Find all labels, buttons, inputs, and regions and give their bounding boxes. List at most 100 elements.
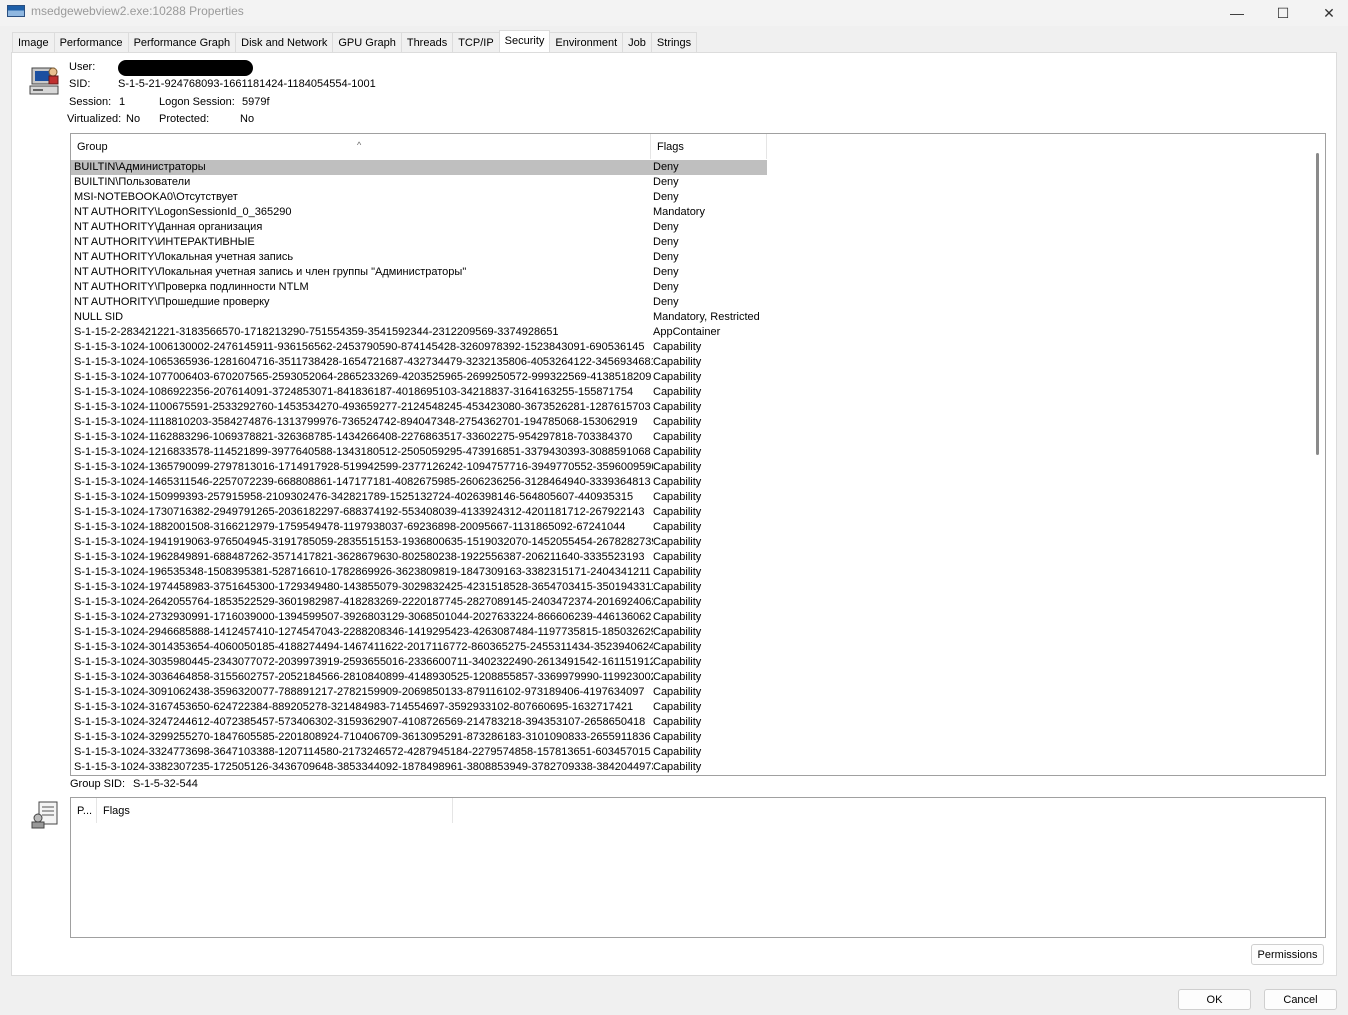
permissions-button[interactable]: Permissions bbox=[1251, 944, 1324, 965]
table-row[interactable]: S-1-15-3-1024-3167453650-624722384-88920… bbox=[71, 700, 1311, 715]
table-row[interactable]: S-1-15-3-1024-3382307235-172505126-34367… bbox=[71, 760, 1311, 775]
scrollbar-thumb[interactable] bbox=[1316, 153, 1319, 455]
flags-cell: Deny bbox=[653, 191, 679, 203]
privilege-flags-column-header[interactable]: Flags bbox=[97, 798, 453, 823]
group-cell: S-1-15-3-1024-2642055764-1853522529-3601… bbox=[74, 596, 653, 608]
vertical-scrollbar[interactable] bbox=[1309, 134, 1325, 775]
groups-list-header: Group ^ Flags bbox=[71, 134, 1311, 159]
table-row[interactable]: NT AUTHORITY\Данная организация Deny bbox=[71, 220, 1311, 235]
table-row[interactable]: NT AUTHORITY\Прошедшие проверку Deny bbox=[71, 295, 1311, 310]
group-cell: NT AUTHORITY\Прошедшие проверку bbox=[74, 296, 270, 308]
table-row[interactable]: S-1-15-3-1024-1365790099-2797813016-1714… bbox=[71, 460, 1311, 475]
tab-disk-and-network[interactable]: Disk and Network bbox=[235, 32, 334, 52]
table-row[interactable]: S-1-15-3-1024-1882001508-3166212979-1759… bbox=[71, 520, 1311, 535]
table-row[interactable]: S-1-15-3-1024-1086922356-207614091-37248… bbox=[71, 385, 1311, 400]
table-row[interactable]: S-1-15-3-1024-196535348-1508395381-52871… bbox=[71, 565, 1311, 580]
group-cell: NT AUTHORITY\Проверка подлинности NTLM bbox=[74, 281, 309, 293]
table-row[interactable]: S-1-15-3-1024-2732930991-1716039000-1394… bbox=[71, 610, 1311, 625]
table-row[interactable]: BUILTIN\Администраторы Deny bbox=[71, 160, 1311, 175]
table-row[interactable]: NT AUTHORITY\ИНТЕРАКТИВНЫЕ Deny bbox=[71, 235, 1311, 250]
flags-cell: Capability bbox=[653, 386, 702, 398]
table-row[interactable]: S-1-15-3-1024-1730716382-2949791265-2036… bbox=[71, 505, 1311, 520]
table-row[interactable]: S-1-15-3-1024-3035980445-2343077072-2039… bbox=[71, 655, 1311, 670]
table-row[interactable]: S-1-15-3-1024-3014353654-4060050185-4188… bbox=[71, 640, 1311, 655]
table-row[interactable]: S-1-15-3-1024-1962849891-688487262-35714… bbox=[71, 550, 1311, 565]
flags-cell: Capability bbox=[653, 626, 702, 638]
group-cell: S-1-15-3-1024-1100675591-2533292760-1453… bbox=[74, 401, 651, 413]
table-row[interactable]: S-1-15-3-1024-3324773698-3647103388-1207… bbox=[71, 745, 1311, 760]
table-row[interactable]: S-1-15-3-1024-2642055764-1853522529-3601… bbox=[71, 595, 1311, 610]
group-cell: S-1-15-3-1024-3036464858-3155602757-2052… bbox=[74, 671, 653, 683]
group-header-label: Group bbox=[77, 141, 108, 153]
ok-button[interactable]: OK bbox=[1178, 989, 1251, 1010]
flags-cell: Capability bbox=[653, 551, 702, 563]
table-row[interactable]: NULL SID Mandatory, Restricted bbox=[71, 310, 1311, 325]
tab-strings[interactable]: Strings bbox=[650, 32, 698, 52]
group-cell: BUILTIN\Администраторы bbox=[71, 160, 651, 175]
table-row[interactable]: S-1-15-3-1024-1465311546-2257072239-6688… bbox=[71, 475, 1311, 490]
table-row[interactable]: S-1-15-3-1024-1077006403-670207565-25930… bbox=[71, 370, 1311, 385]
table-row[interactable]: S-1-15-3-1024-1118810203-3584274876-1313… bbox=[71, 415, 1311, 430]
tab-tcp-ip[interactable]: TCP/IP bbox=[452, 32, 500, 52]
flags-cell: Deny bbox=[653, 281, 679, 293]
group-cell: S-1-15-3-1024-1162883296-1069378821-3263… bbox=[74, 431, 633, 443]
group-cell: S-1-15-3-1024-3091062438-3596320077-7888… bbox=[74, 686, 645, 698]
flags-cell: Capability bbox=[653, 371, 702, 383]
session-label: Session: bbox=[69, 96, 112, 108]
table-row[interactable]: S-1-15-3-1024-3299255270-1847605585-2201… bbox=[71, 730, 1311, 745]
tab-job[interactable]: Job bbox=[622, 32, 652, 52]
flags-cell: Deny bbox=[653, 296, 679, 308]
tab-performance[interactable]: Performance bbox=[53, 32, 129, 52]
flags-cell: Capability bbox=[653, 761, 702, 773]
flags-cell: Capability bbox=[653, 356, 702, 368]
flags-cell: Capability bbox=[653, 446, 702, 458]
table-row[interactable]: S-1-15-3-1024-1100675591-2533292760-1453… bbox=[71, 400, 1311, 415]
privileges-icon bbox=[31, 801, 58, 829]
table-row[interactable]: MSI-NOTEBOOKA0\Отсутствует Deny bbox=[71, 190, 1311, 205]
table-row[interactable]: S-1-15-3-1024-150999393-257915958-210930… bbox=[71, 490, 1311, 505]
flags-cell: Deny bbox=[651, 160, 767, 175]
group-cell: S-1-15-3-1024-1974458983-3751645300-1729… bbox=[74, 581, 653, 593]
redacted-username bbox=[118, 60, 253, 76]
flags-column-header[interactable]: Flags bbox=[651, 134, 767, 159]
privileges-list[interactable]: P... Flags bbox=[70, 797, 1326, 938]
table-row[interactable]: BUILTIN\Пользователи Deny bbox=[71, 175, 1311, 190]
group-cell: S-1-15-3-1024-1730716382-2949791265-2036… bbox=[74, 506, 645, 518]
tab-environment[interactable]: Environment bbox=[549, 32, 624, 52]
flags-cell: Capability bbox=[653, 491, 702, 503]
flags-cell: Capability bbox=[653, 656, 702, 668]
flags-cell: Capability bbox=[653, 701, 702, 713]
table-row[interactable]: NT AUTHORITY\Локальная учетная запись и … bbox=[71, 265, 1311, 280]
table-row[interactable]: S-1-15-3-1024-1006130002-2476145911-9361… bbox=[71, 340, 1311, 355]
group-cell: BUILTIN\Пользователи bbox=[74, 176, 191, 188]
table-row[interactable]: S-1-15-3-1024-3036464858-3155602757-2052… bbox=[71, 670, 1311, 685]
table-row[interactable]: S-1-15-3-1024-1974458983-3751645300-1729… bbox=[71, 580, 1311, 595]
group-cell: NT AUTHORITY\Данная организация bbox=[74, 221, 263, 233]
table-row[interactable]: S-1-15-3-1024-1941919063-976504945-31917… bbox=[71, 535, 1311, 550]
table-row[interactable]: NT AUTHORITY\Проверка подлинности NTLM De… bbox=[71, 280, 1311, 295]
tab-gpu-graph[interactable]: GPU Graph bbox=[332, 32, 402, 52]
table-row[interactable]: NT AUTHORITY\Локальная учетная запись Den… bbox=[71, 250, 1311, 265]
group-cell: S-1-15-3-1024-3014353654-4060050185-4188… bbox=[74, 641, 653, 653]
table-row[interactable]: S-1-15-3-1024-1162883296-1069378821-3263… bbox=[71, 430, 1311, 445]
table-row[interactable]: NT AUTHORITY\LogonSessionId_0_365290 Mand… bbox=[71, 205, 1311, 220]
maximize-button[interactable]: ☐ bbox=[1260, 0, 1306, 26]
table-row[interactable]: S-1-15-3-1024-1216833578-114521899-39776… bbox=[71, 445, 1311, 460]
table-row[interactable]: S-1-15-3-1024-3091062438-3596320077-7888… bbox=[71, 685, 1311, 700]
group-cell: S-1-15-3-1024-1941919063-976504945-31917… bbox=[74, 536, 653, 548]
group-cell: S-1-15-3-1024-1077006403-670207565-25930… bbox=[74, 371, 652, 383]
table-row[interactable]: S-1-15-3-1024-1065365936-1281604716-3511… bbox=[71, 355, 1311, 370]
group-column-header[interactable]: Group ^ bbox=[71, 134, 651, 159]
tab-security[interactable]: Security bbox=[498, 30, 551, 52]
table-row[interactable]: S-1-15-3-1024-2946685888-1412457410-1274… bbox=[71, 625, 1311, 640]
cancel-button[interactable]: Cancel bbox=[1264, 989, 1337, 1010]
minimize-button[interactable]: — bbox=[1214, 0, 1260, 26]
groups-list[interactable]: Group ^ Flags BUILTIN\Администраторы Deny… bbox=[70, 133, 1326, 776]
table-row[interactable]: S-1-15-3-1024-3247244612-4072385457-5734… bbox=[71, 715, 1311, 730]
privilege-column-header[interactable]: P... bbox=[71, 798, 97, 823]
tab-performance-graph[interactable]: Performance Graph bbox=[127, 32, 237, 52]
table-row[interactable]: S-1-15-2-283421221-3183566570-1718213290… bbox=[71, 325, 1311, 340]
tab-image[interactable]: Image bbox=[12, 32, 55, 52]
tab-threads[interactable]: Threads bbox=[400, 32, 454, 52]
close-button[interactable]: ✕ bbox=[1306, 0, 1348, 26]
